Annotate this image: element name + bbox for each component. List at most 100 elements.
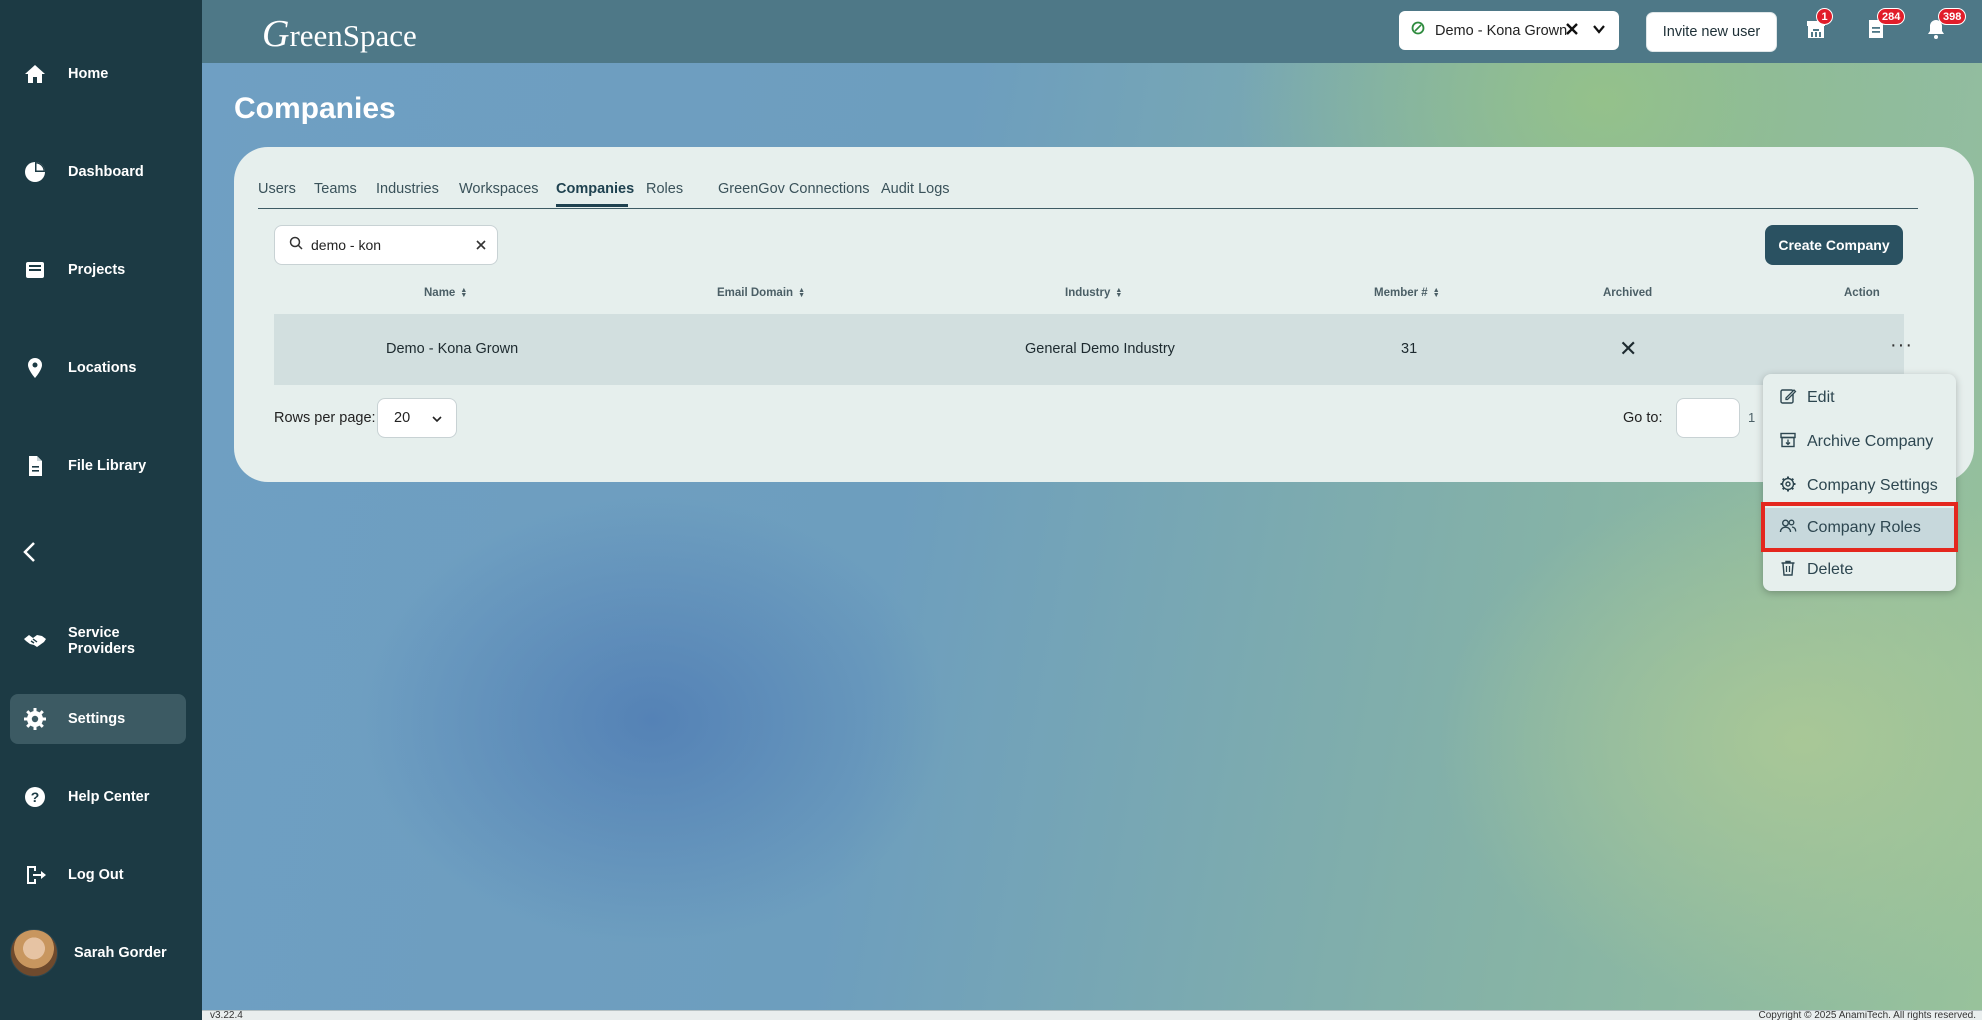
sidebar-item-label: Dashboard (68, 164, 144, 180)
sidebar-item-label: Projects (68, 262, 126, 278)
sort-icon: ▲ ▼ (460, 287, 468, 299)
page-title: Companies (234, 92, 396, 125)
table-row[interactable]: Demo - Kona Grown General Demo Industry … (274, 314, 1912, 385)
search-input[interactable] (311, 237, 471, 253)
invite-new-user-button[interactable]: Invite new user (1646, 12, 1777, 52)
tab-greengov-connections[interactable]: GreenGov Connections (718, 181, 870, 197)
sort-icon: ▲ ▼ (1115, 287, 1123, 299)
column-header-member-count[interactable]: Member # ▲ ▼ (1374, 287, 1440, 299)
pie-chart-icon (22, 159, 48, 185)
chevron-down-icon (430, 412, 444, 430)
cell-name: Demo - Kona Grown (386, 341, 519, 357)
menu-item-archive-company[interactable]: Archive Company (1763, 422, 1956, 462)
companies-card: Users Teams Industries Workspaces Compan… (234, 147, 1974, 482)
question-icon: ? (22, 784, 48, 810)
sidebar: Home Dashboard Projects Locations File L… (0, 0, 202, 1020)
column-header-name[interactable]: Name ▲ ▼ (424, 287, 467, 299)
sidebar-item-label: Home (68, 66, 109, 82)
column-header-industry[interactable]: Industry ▲ ▼ (1065, 287, 1122, 299)
settings-tabs: Users Teams Industries Workspaces Compan… (258, 177, 1918, 209)
chevron-down-icon[interactable] (1591, 21, 1607, 42)
column-header-action: Action (1844, 287, 1880, 299)
company-selector-value: Demo - Kona Grown (1435, 22, 1568, 39)
sidebar-item-label: File Library (68, 458, 147, 474)
documents-button[interactable]: 284 (1863, 8, 1906, 44)
sidebar-item-log-out[interactable]: Log Out (10, 850, 186, 900)
footer: v3.22.4 Copyright © 2025 AnamiTech. All … (202, 1010, 1982, 1020)
sidebar-item-home[interactable]: Home (10, 49, 186, 99)
sidebar-item-label: Settings (68, 711, 126, 727)
collapse-sidebar-button[interactable] (18, 540, 42, 568)
svg-text:?: ? (31, 789, 40, 805)
sidebar-item-dashboard[interactable]: Dashboard (10, 147, 186, 197)
chevron-left-icon (22, 541, 38, 568)
goto-page-input[interactable] (1676, 398, 1740, 438)
trash-icon (1779, 559, 1797, 582)
sidebar-item-service-providers[interactable]: Service Providers (10, 616, 186, 666)
notifications-button[interactable]: 398 (1923, 8, 1967, 44)
sort-icon: ▲ ▼ (1432, 287, 1440, 299)
archived-x-icon: ✕ (1619, 336, 1638, 361)
sidebar-item-projects[interactable]: Projects (10, 245, 186, 295)
clear-search-icon[interactable] (475, 238, 487, 256)
tab-audit-logs[interactable]: Audit Logs (881, 181, 950, 197)
gear-icon (1779, 475, 1797, 498)
logout-icon (22, 862, 48, 888)
sidebar-item-file-library[interactable]: File Library (10, 441, 186, 491)
menu-item-company-settings[interactable]: Company Settings (1763, 466, 1956, 506)
create-company-button[interactable]: Create Company (1765, 225, 1903, 265)
cell-member-count: 31 (1401, 341, 1418, 357)
tab-industries[interactable]: Industries (376, 181, 439, 197)
file-icon (22, 453, 48, 479)
sidebar-item-locations[interactable]: Locations (10, 343, 186, 393)
inbox-notifications-button[interactable]: 1 (1803, 8, 1833, 44)
active-tab-indicator (556, 204, 628, 207)
edit-icon (1779, 387, 1797, 410)
menu-item-delete[interactable]: Delete (1763, 550, 1956, 590)
sort-icon: ▲ ▼ (798, 287, 805, 299)
handshake-icon (22, 628, 48, 654)
top-header: GreenSpace Demo - Kona Grown Invite new … (202, 0, 1982, 63)
tab-teams[interactable]: Teams (314, 181, 357, 197)
avatar (10, 929, 58, 977)
cell-industry: General Demo Industry (1025, 341, 1175, 357)
row-actions-menu: Edit Archive Company Company Settings Co… (1763, 374, 1956, 591)
tab-companies[interactable]: Companies (556, 181, 634, 197)
sidebar-item-label: Help Center (68, 789, 150, 805)
version-label: v3.22.4 (210, 1010, 243, 1020)
search-field (274, 225, 498, 265)
inbox-icon (22, 257, 48, 283)
sidebar-item-settings[interactable]: Settings (10, 694, 186, 744)
greenspace-logo: GreenSpace (262, 13, 417, 55)
home-icon (22, 61, 48, 87)
map-pin-icon (22, 355, 48, 381)
search-icon (289, 236, 303, 255)
inbox-badge: 1 (1816, 8, 1833, 25)
menu-item-company-roles[interactable]: Company Roles (1763, 508, 1956, 548)
tab-workspaces[interactable]: Workspaces (459, 181, 539, 197)
clear-company-icon[interactable] (1564, 21, 1580, 42)
rows-per-page-select[interactable]: 20 (377, 398, 457, 438)
archive-icon (1779, 431, 1797, 454)
column-header-archived: Archived (1603, 287, 1653, 299)
sidebar-item-label: Log Out (68, 867, 124, 883)
rows-per-page-label: Rows per page: (274, 410, 376, 426)
company-selector[interactable]: Demo - Kona Grown (1399, 11, 1619, 50)
page-number[interactable]: 1 (1748, 410, 1755, 425)
copyright-label: Copyright © 2025 AnamiTech. All rights r… (1758, 1010, 1976, 1020)
sidebar-item-label: Service Providers (68, 625, 135, 657)
sidebar-item-help-center[interactable]: ? Help Center (10, 772, 186, 822)
user-profile[interactable]: Sarah Gorder (10, 928, 167, 978)
tab-users[interactable]: Users (258, 181, 296, 197)
column-header-email-domain[interactable]: Email Domain ▲ ▼ (717, 287, 805, 299)
gear-icon (22, 706, 48, 732)
menu-item-edit[interactable]: Edit (1763, 378, 1956, 418)
documents-badge: 284 (1877, 8, 1906, 25)
row-actions-button[interactable]: ··· (1890, 334, 1913, 357)
sidebar-item-label: Locations (68, 360, 137, 376)
tab-roles[interactable]: Roles (646, 181, 683, 197)
leaf-icon (1411, 21, 1425, 40)
users-icon (1779, 517, 1797, 540)
user-name: Sarah Gorder (74, 945, 167, 961)
notifications-badge: 398 (1938, 8, 1967, 25)
